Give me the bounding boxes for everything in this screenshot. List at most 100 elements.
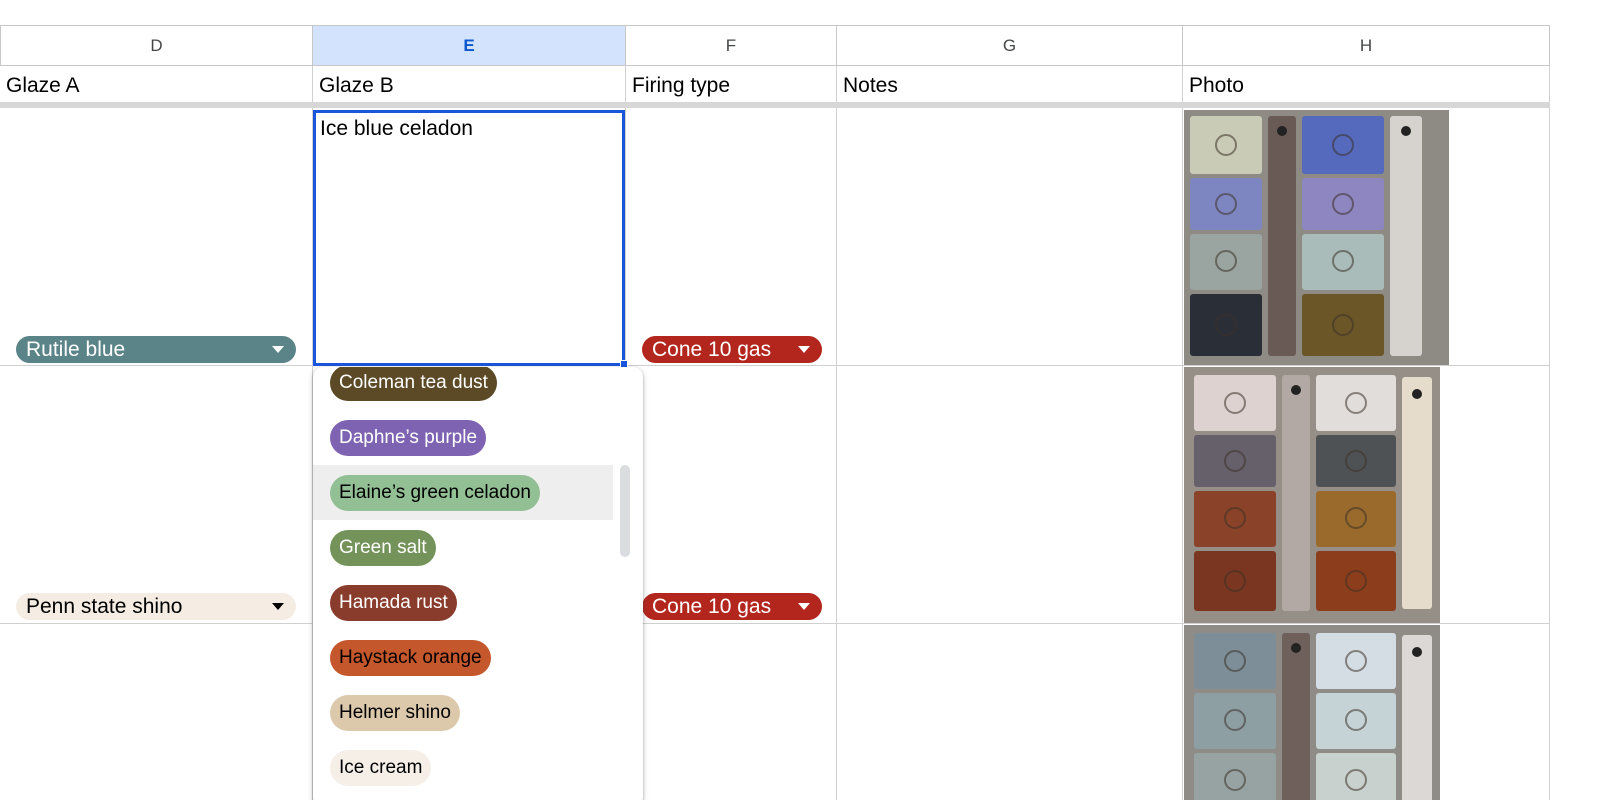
glaze-dropdown-menu[interactable]: Coleman tea dust Daphne’s purple Elaine’…	[313, 367, 643, 800]
flower-stamp-icon	[1224, 570, 1246, 592]
option-chip: Haystack orange	[330, 640, 491, 676]
column-header-e[interactable]: E	[313, 25, 626, 66]
swatch-tile	[1190, 234, 1262, 290]
firing-type-chip-row2[interactable]: Cone 10 gas	[642, 593, 822, 620]
column-header-d[interactable]: D	[0, 25, 313, 66]
swatch-tile	[1316, 375, 1396, 431]
cell-notes-row3[interactable]	[837, 624, 1183, 800]
flower-stamp-icon	[1345, 650, 1367, 672]
hang-hole	[1412, 647, 1422, 657]
dropdown-option[interactable]: Hamada rust	[313, 575, 613, 630]
swatch-tile	[1194, 491, 1276, 547]
flower-stamp-icon	[1215, 193, 1237, 215]
header-notes[interactable]: Notes	[837, 66, 1183, 103]
dropdown-option[interactable]: Haystack orange	[313, 630, 613, 685]
flower-stamp-icon	[1215, 250, 1237, 272]
dropdown-option[interactable]: Green salt	[313, 520, 613, 575]
header-glaze-a[interactable]: Glaze A	[0, 66, 313, 103]
swatch-tile	[1302, 116, 1384, 174]
dropdown-option[interactable]: Helmer shino	[313, 685, 613, 740]
header-photo[interactable]: Photo	[1183, 66, 1550, 103]
cell-glaze-a-row1[interactable]	[0, 108, 313, 366]
dropdown-option[interactable]: Coleman tea dust	[313, 367, 613, 410]
cell-editor-glaze-b[interactable]: Ice blue celadon	[313, 110, 625, 366]
hang-hole	[1401, 126, 1411, 136]
cell-glaze-a-row2[interactable]	[0, 366, 313, 624]
glaze-a-chip-label: Rutile blue	[26, 337, 126, 361]
hang-hole	[1291, 643, 1301, 653]
swatch-tile	[1190, 294, 1262, 356]
option-chip: Ice cream	[330, 750, 432, 786]
swatch-tile	[1302, 294, 1384, 356]
cell-notes-row1[interactable]	[837, 108, 1183, 366]
dropdown-option[interactable]: Daphne’s purple	[313, 410, 613, 465]
glaze-a-chip-label: Penn state shino	[26, 594, 183, 618]
swatch-tile	[1316, 753, 1396, 800]
option-chip: Elaine’s green celadon	[330, 475, 540, 511]
flower-stamp-icon	[1224, 507, 1246, 529]
flower-stamp-icon	[1224, 769, 1246, 791]
dropdown-arrow-icon	[272, 603, 284, 610]
swatch-tile	[1190, 178, 1262, 230]
firing-type-chip-label: Cone 10 gas	[652, 594, 772, 618]
hang-hole	[1277, 126, 1287, 136]
glaze-test-photo-row2[interactable]	[1184, 367, 1440, 623]
header-glaze-b[interactable]: Glaze B	[313, 66, 626, 103]
flower-stamp-icon	[1332, 250, 1354, 272]
glaze-test-photo-row1[interactable]	[1184, 110, 1449, 365]
flower-stamp-icon	[1215, 314, 1237, 336]
swatch-tile	[1194, 753, 1276, 800]
glaze-a-chip-row1[interactable]: Rutile blue	[16, 336, 296, 363]
swatch-tile	[1316, 551, 1396, 611]
cell-notes-row2[interactable]	[837, 366, 1183, 624]
flower-stamp-icon	[1332, 193, 1354, 215]
option-chip: Green salt	[330, 530, 436, 566]
cell-firing-row2[interactable]	[626, 366, 837, 624]
flower-stamp-icon	[1215, 134, 1237, 156]
hang-hole	[1412, 389, 1422, 399]
flower-stamp-icon	[1345, 450, 1367, 472]
option-chip: Helmer shino	[330, 695, 460, 731]
swatch-tile	[1194, 375, 1276, 431]
swatch-tile	[1194, 435, 1276, 487]
flower-stamp-icon	[1224, 650, 1246, 672]
swatch-tile	[1316, 491, 1396, 547]
flower-stamp-icon	[1332, 134, 1354, 156]
cell-firing-row3[interactable]	[626, 624, 837, 800]
cell-firing-row1[interactable]	[626, 108, 837, 366]
firing-type-chip-label: Cone 10 gas	[652, 337, 772, 361]
header-firing-type[interactable]: Firing type	[626, 66, 837, 103]
flower-stamp-icon	[1345, 392, 1367, 414]
flower-stamp-icon	[1224, 392, 1246, 414]
swatch-tile	[1302, 234, 1384, 290]
test-tile-bar	[1282, 375, 1310, 611]
option-chip: Coleman tea dust	[330, 367, 497, 401]
column-header-f[interactable]: F	[626, 25, 837, 66]
swatch-tile	[1316, 435, 1396, 487]
option-chip: Hamada rust	[330, 585, 457, 621]
dropdown-arrow-icon	[272, 346, 284, 353]
dropdown-scrollbar[interactable]	[620, 465, 630, 557]
flower-stamp-icon	[1345, 769, 1367, 791]
test-tile-bar	[1390, 116, 1422, 356]
dropdown-option[interactable]: Ice cream	[313, 740, 613, 795]
test-tile-bar	[1402, 635, 1432, 800]
swatch-tile	[1316, 693, 1396, 749]
dropdown-arrow-icon	[798, 603, 810, 610]
dropdown-option-hovered[interactable]: Elaine’s green celadon	[313, 465, 613, 520]
glaze-test-photo-row3[interactable]	[1184, 625, 1440, 800]
swatch-tile	[1190, 116, 1262, 174]
glaze-a-chip-row2[interactable]: Penn state shino	[16, 593, 296, 620]
dropdown-arrow-icon	[798, 346, 810, 353]
firing-type-chip-row1[interactable]: Cone 10 gas	[642, 336, 822, 363]
flower-stamp-icon	[1345, 570, 1367, 592]
column-header-g[interactable]: G	[837, 25, 1183, 66]
flower-stamp-icon	[1224, 450, 1246, 472]
option-chip: Daphne’s purple	[330, 420, 487, 456]
swatch-tile	[1194, 633, 1276, 689]
flower-stamp-icon	[1345, 507, 1367, 529]
cell-glaze-a-row3[interactable]	[0, 624, 313, 800]
hang-hole	[1291, 385, 1301, 395]
swatch-tile	[1302, 178, 1384, 230]
column-header-h[interactable]: H	[1183, 25, 1550, 66]
